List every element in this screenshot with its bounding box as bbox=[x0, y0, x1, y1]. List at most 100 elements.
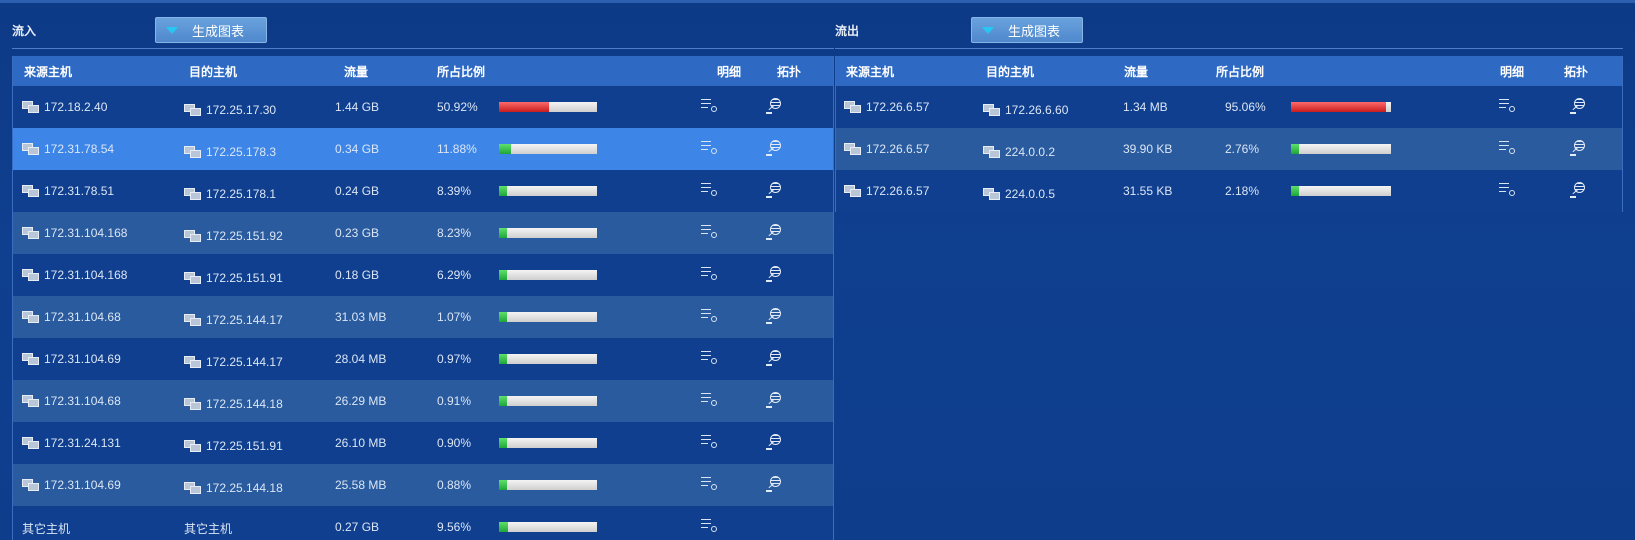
table-row[interactable]: 172.31.78.51 172.25.178.1 0.24 GB 8.39% bbox=[13, 170, 833, 212]
col-detail: 明细 bbox=[717, 64, 742, 79]
detail-list-icon[interactable] bbox=[701, 308, 717, 322]
ratio-bar-fill bbox=[499, 312, 507, 322]
detail-list-icon[interactable] bbox=[701, 224, 717, 238]
topology-globe-icon[interactable] bbox=[765, 182, 781, 198]
ratio-bar bbox=[499, 396, 597, 406]
ratio-value: 0.90% bbox=[437, 436, 472, 450]
detail-list-icon[interactable] bbox=[701, 140, 717, 154]
ratio-bar-fill bbox=[499, 354, 507, 364]
table-row[interactable]: 172.31.24.131 172.25.151.91 26.10 MB 0.90% bbox=[13, 422, 833, 464]
source-host: 172.31.104.68 bbox=[22, 394, 121, 408]
detail-list-icon[interactable] bbox=[1499, 182, 1515, 196]
topology-globe-icon[interactable] bbox=[765, 350, 781, 366]
computer-icon bbox=[22, 100, 40, 114]
inbound-generate-chart-button[interactable]: 生成图表 bbox=[155, 17, 267, 43]
table-row[interactable]: 172.31.104.68 172.25.144.17 31.03 MB 1.07% bbox=[13, 296, 833, 338]
detail-list-icon[interactable] bbox=[701, 266, 717, 280]
inbound-rows: 172.18.2.40 172.25.17.30 1.44 GB 50.92% 172.… bbox=[13, 86, 833, 540]
topology-globe-icon[interactable] bbox=[765, 308, 781, 324]
topology-globe-icon[interactable] bbox=[765, 98, 781, 114]
dest-host: 172.25.151.91 bbox=[184, 439, 283, 453]
computer-icon bbox=[22, 226, 40, 240]
table-row[interactable]: 172.31.104.68 172.25.144.18 26.29 MB 0.91% bbox=[13, 380, 833, 422]
topology-globe-icon[interactable] bbox=[1569, 182, 1585, 198]
topology-globe-icon[interactable] bbox=[765, 392, 781, 408]
col-detail: 明细 bbox=[1500, 64, 1525, 79]
inbound-table: 来源主机 目的主机 流量 所占比例 明细 拓扑 172.18.2.40 172.2… bbox=[12, 56, 834, 540]
flow-value: 0.34 GB bbox=[335, 142, 380, 156]
source-host: 172.31.104.168 bbox=[22, 226, 127, 240]
detail-list-icon[interactable] bbox=[701, 476, 717, 490]
ratio-value: 9.56% bbox=[437, 520, 472, 534]
flow-value: 26.10 MB bbox=[335, 436, 387, 450]
computer-icon bbox=[184, 481, 202, 495]
topology-globe-icon[interactable] bbox=[765, 140, 781, 156]
table-row[interactable]: 172.31.104.69 172.25.144.17 28.04 MB 0.97% bbox=[13, 338, 833, 380]
detail-list-icon[interactable] bbox=[701, 98, 717, 112]
flow-value: 0.24 GB bbox=[335, 184, 380, 198]
computer-icon bbox=[22, 184, 40, 198]
outbound-rows: 172.26.6.57 172.26.6.60 1.34 MB 95.06% 172.2… bbox=[836, 86, 1622, 212]
dest-host-label: 172.25.178.1 bbox=[206, 187, 277, 201]
outbound-generate-chart-button[interactable]: 生成图表 bbox=[971, 17, 1083, 43]
outbound-separator bbox=[835, 48, 1623, 49]
detail-list-icon[interactable] bbox=[1499, 140, 1515, 154]
flow-value: 26.29 MB bbox=[335, 394, 387, 408]
flow-value: 0.27 GB bbox=[335, 520, 380, 534]
col-source-host: 来源主机 bbox=[846, 64, 895, 79]
detail-list-icon[interactable] bbox=[701, 350, 717, 364]
dest-host-label: 172.26.6.60 bbox=[1005, 103, 1069, 117]
outbound-table-header: 来源主机 目的主机 流量 所占比例 明细 拓扑 bbox=[836, 56, 1622, 86]
detail-list-icon[interactable] bbox=[1499, 98, 1515, 112]
source-host-label: 172.31.24.131 bbox=[44, 436, 121, 450]
dest-host-label: 172.25.144.18 bbox=[206, 481, 283, 495]
ratio-bar-fill bbox=[1291, 144, 1299, 154]
ratio-value: 1.07% bbox=[437, 310, 472, 324]
table-row[interactable]: 172.26.6.57 224.0.0.2 39.90 KB 2.76% bbox=[836, 128, 1622, 170]
ratio-bar-fill bbox=[499, 228, 508, 238]
source-host-label: 172.31.104.69 bbox=[44, 478, 121, 492]
other-hosts-row[interactable]: 其它主机 其它主机 0.27 GB 9.56% bbox=[13, 506, 833, 540]
topology-globe-icon[interactable] bbox=[765, 266, 781, 282]
dest-host: 172.25.144.17 bbox=[184, 355, 283, 369]
table-row[interactable]: 172.26.6.57 224.0.0.5 31.55 KB 2.18% bbox=[836, 170, 1622, 212]
dropdown-triangle-icon bbox=[982, 26, 994, 34]
topology-globe-icon[interactable] bbox=[1569, 98, 1585, 114]
outbound-table: 来源主机 目的主机 流量 所占比例 明细 拓扑 172.26.6.57 172.2… bbox=[835, 56, 1623, 212]
source-host: 172.31.78.51 bbox=[22, 184, 114, 198]
table-row[interactable]: 172.31.78.54 172.25.178.3 0.34 GB 11.88% bbox=[13, 128, 833, 170]
detail-list-icon[interactable] bbox=[701, 182, 717, 196]
dest-host-label: 172.25.151.91 bbox=[206, 271, 283, 285]
ratio-bar bbox=[499, 228, 597, 238]
detail-list-icon[interactable] bbox=[701, 392, 717, 406]
computer-icon bbox=[22, 478, 40, 492]
ratio-bar bbox=[499, 480, 597, 490]
dest-host: 172.25.144.17 bbox=[184, 313, 283, 327]
table-row[interactable]: 172.31.104.69 172.25.144.18 25.58 MB 0.88% bbox=[13, 464, 833, 506]
table-row[interactable]: 172.18.2.40 172.25.17.30 1.44 GB 50.92% bbox=[13, 86, 833, 128]
table-row[interactable]: 172.31.104.168 172.25.151.91 0.18 GB 6.29% bbox=[13, 254, 833, 296]
ratio-bar-fill bbox=[499, 522, 509, 532]
dest-host: 172.25.178.1 bbox=[184, 187, 276, 201]
table-row[interactable]: 172.31.104.168 172.25.151.92 0.23 GB 8.23% bbox=[13, 212, 833, 254]
col-ratio: 所占比例 bbox=[437, 64, 486, 79]
ratio-bar-fill bbox=[1291, 102, 1387, 112]
top-border bbox=[0, 0, 1635, 3]
table-row[interactable]: 172.26.6.57 172.26.6.60 1.34 MB 95.06% bbox=[836, 86, 1622, 128]
ratio-bar-fill bbox=[499, 438, 507, 448]
detail-list-icon[interactable] bbox=[701, 518, 717, 532]
ratio-bar bbox=[499, 102, 597, 112]
source-host-label: 172.26.6.57 bbox=[866, 184, 930, 198]
ratio-bar bbox=[499, 144, 597, 154]
detail-list-icon[interactable] bbox=[701, 434, 717, 448]
dest-host: 224.0.0.2 bbox=[983, 145, 1055, 159]
topology-globe-icon[interactable] bbox=[765, 224, 781, 240]
topology-globe-icon[interactable] bbox=[765, 476, 781, 492]
dest-host-label: 224.0.0.5 bbox=[1005, 187, 1056, 201]
col-topology: 拓扑 bbox=[1564, 64, 1589, 79]
topology-globe-icon[interactable] bbox=[1569, 140, 1585, 156]
source-host-label: 172.26.6.57 bbox=[866, 142, 930, 156]
topology-globe-icon[interactable] bbox=[765, 434, 781, 450]
flow-value: 39.90 KB bbox=[1123, 142, 1173, 156]
dest-host: 172.25.178.3 bbox=[184, 145, 276, 159]
